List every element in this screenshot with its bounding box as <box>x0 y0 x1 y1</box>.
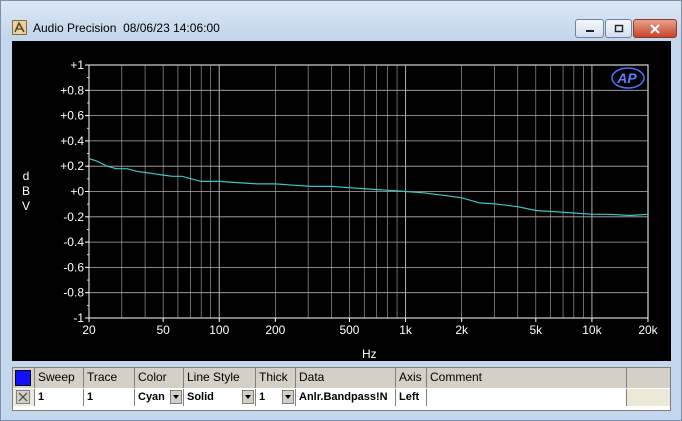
line-style-dropdown-icon[interactable] <box>242 390 254 404</box>
comment-cell[interactable] <box>427 389 627 406</box>
thick-dropdown-icon[interactable] <box>282 390 294 404</box>
x-tick-label: 20 <box>82 323 96 337</box>
x-tick-label: 100 <box>209 323 229 337</box>
color-dropdown-icon[interactable] <box>170 390 182 404</box>
y-tick-label: -0.8 <box>63 286 84 300</box>
ap-logo-text: AP <box>616 70 637 86</box>
window-title-app: Audio Precision <box>33 21 117 35</box>
title-bar[interactable]: Audio Precision 08/06/23 14:06:00 <box>1 1 681 39</box>
column-header[interactable]: Color <box>135 368 184 388</box>
close-button[interactable] <box>633 19 677 38</box>
x-axis-unit-label: Hz <box>362 347 377 361</box>
audio-precision-app-icon[interactable] <box>12 20 27 35</box>
x-tick-label: 5k <box>529 323 543 337</box>
column-header[interactable]: Trace <box>84 368 135 388</box>
y-tick-label: +1 <box>70 58 84 72</box>
y-tick-label: +0.8 <box>60 83 84 97</box>
y-axis-unit-label: d B V <box>19 169 33 214</box>
ap-logo: AP <box>611 67 645 89</box>
close-icon <box>650 23 660 34</box>
graph-panel[interactable]: +1 +0.8 +0.6 +0.4 +0.2 +0 -0.2 -0.4 -0.6 -0.8 -1 20… <box>12 41 671 361</box>
frequency-response-plot[interactable]: +1+0.8+0.6+0.4+0.2+0-0.2-0.4-0.6-0.8-120… <box>12 41 671 361</box>
window-title-datetime: 08/06/23 14:06:00 <box>123 21 220 35</box>
data-cell[interactable]: Anlr.Bandpass!N <box>296 389 396 406</box>
window-title: Audio Precision 08/06/23 14:06:00 <box>33 21 220 35</box>
row-checkbox[interactable] <box>16 390 30 404</box>
color-select[interactable]: Cyan <box>135 389 184 406</box>
y-tick-label: +0.4 <box>60 134 84 148</box>
y-tick-label: +0.2 <box>60 159 84 173</box>
table-header-row: Sweep Trace Color Line Style Thick Data … <box>13 368 670 388</box>
y-tick-label: -0.6 <box>63 260 84 274</box>
column-header[interactable]: Comment <box>427 368 627 388</box>
column-header[interactable]: Axis <box>396 368 427 388</box>
x-tick-label: 500 <box>339 323 359 337</box>
x-tick-label: 1k <box>399 323 413 337</box>
thick-select[interactable]: 1 <box>256 389 296 406</box>
maximize-button[interactable] <box>605 19 632 38</box>
row-toggle-cell[interactable] <box>13 389 35 406</box>
checkmark-x-icon <box>18 392 28 402</box>
column-header[interactable]: Sweep <box>35 368 84 388</box>
line-style-value: Solid <box>187 391 214 403</box>
thick-value: 1 <box>259 391 266 403</box>
x-tick-label: 10k <box>582 323 602 337</box>
x-tick-label: 20k <box>638 323 658 337</box>
trace-settings-table[interactable]: Sweep Trace Color Line Style Thick Data … <box>12 367 671 411</box>
column-header[interactable]: Thick <box>256 368 296 388</box>
trace-line <box>88 158 649 217</box>
audio-precision-window: Audio Precision 08/06/23 14:06:00 +1 +0.8… <box>0 0 682 421</box>
y-tick-label: +0 <box>70 185 84 199</box>
sweep-color-swatch[interactable] <box>15 370 31 386</box>
column-header[interactable]: Line Style <box>184 368 256 388</box>
x-tick-label: 2k <box>455 323 469 337</box>
minimize-button[interactable] <box>575 19 604 38</box>
line-style-select[interactable]: Solid <box>184 389 256 406</box>
restore-icon <box>614 24 623 32</box>
y-unit-letter: B <box>21 184 30 198</box>
y-unit-letter: d <box>22 169 30 183</box>
axis-cell[interactable]: Left <box>396 389 427 406</box>
color-value: Cyan <box>138 391 165 403</box>
sweep-cell[interactable]: 1 <box>35 389 84 406</box>
minimize-icon <box>585 29 594 32</box>
table-row[interactable]: 1 1 Cyan Solid 1 Anlr.Bandpass!N Left <box>13 389 670 406</box>
x-tick-label: 200 <box>265 323 285 337</box>
trace-cell[interactable]: 1 <box>84 389 135 406</box>
x-tick-label: 50 <box>156 323 170 337</box>
y-unit-letter: V <box>21 199 30 213</box>
y-tick-label: +0.6 <box>60 109 84 123</box>
y-tick-label: -0.4 <box>63 235 84 249</box>
y-tick-label: -0.2 <box>63 210 84 224</box>
sweep-color-header <box>13 368 35 388</box>
column-header[interactable]: Data <box>296 368 396 388</box>
